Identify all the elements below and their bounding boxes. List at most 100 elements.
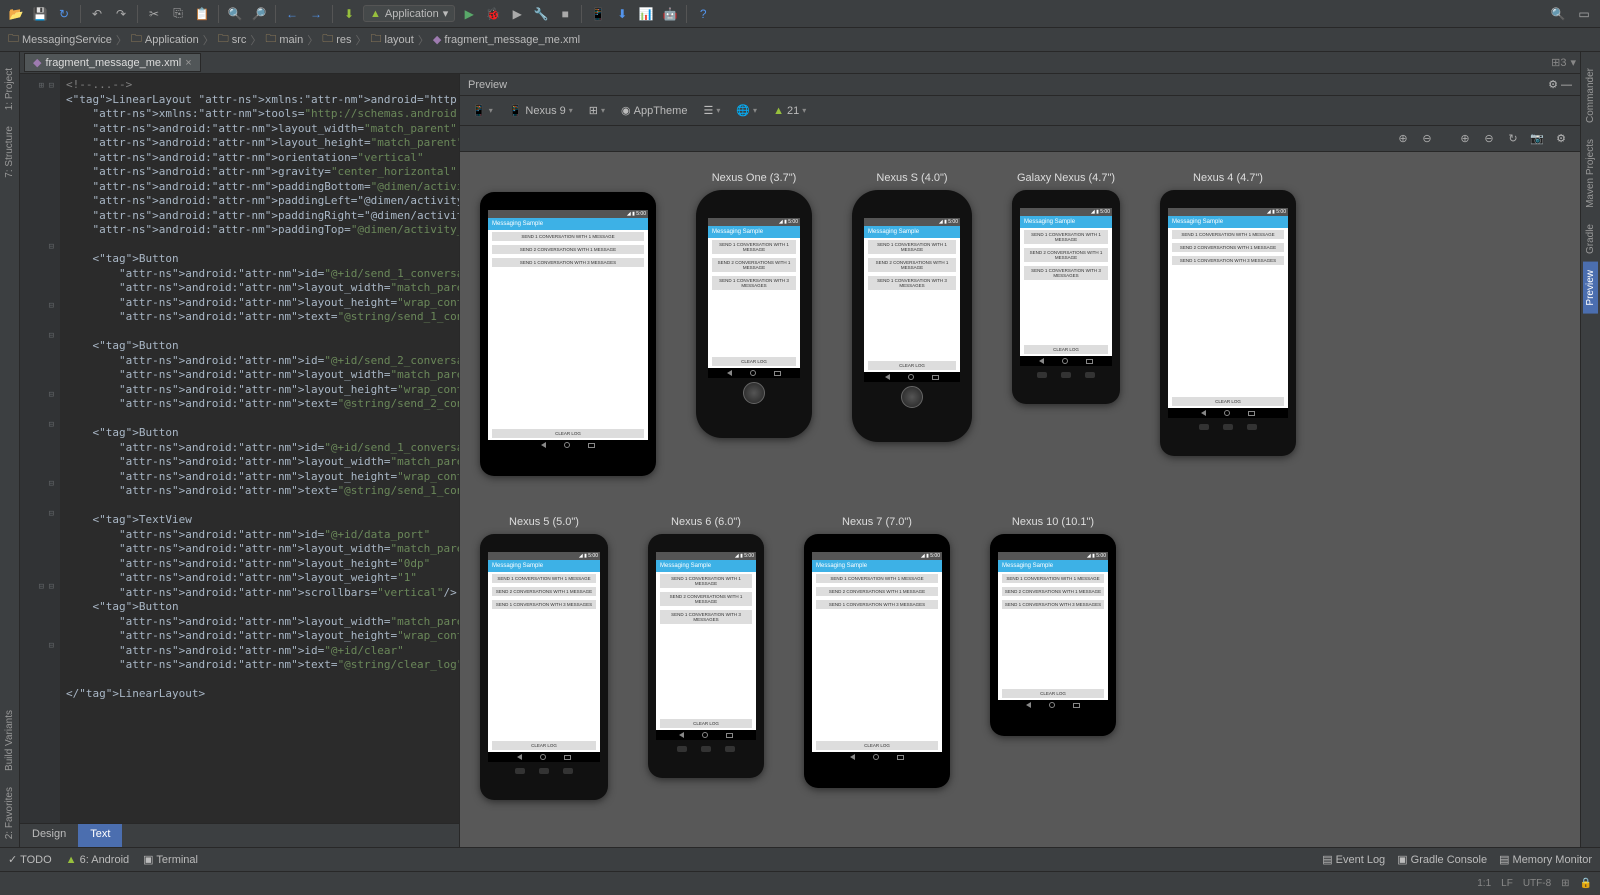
rail-structure[interactable]: 7: Structure bbox=[2, 118, 17, 186]
bc-2[interactable]: 🗀src bbox=[218, 30, 247, 49]
context-icon[interactable]: ⊞ bbox=[1561, 878, 1569, 889]
back-icon[interactable]: ← bbox=[282, 4, 302, 24]
activity-icon[interactable]: ☰▾ bbox=[699, 102, 724, 119]
device-preview[interactable]: Nexus 5 (5.0") ◢ ▮ 5:00 Messaging Sample… bbox=[480, 516, 608, 800]
folder-icon: 🗀 bbox=[322, 30, 333, 49]
help-icon[interactable]: ? bbox=[693, 4, 713, 24]
rail-commander[interactable]: Commander bbox=[1583, 60, 1598, 131]
paste-icon[interactable]: 📋 bbox=[192, 4, 212, 24]
folder-icon: 🗀 bbox=[8, 30, 19, 49]
run-config-label: Application bbox=[385, 8, 439, 20]
device-preview[interactable]: Nexus One (3.7") ◢ ▮ 5:00 Messaging Samp… bbox=[696, 172, 812, 438]
device-selector[interactable]: 📱Nexus 9▾ bbox=[505, 102, 577, 119]
undo-icon[interactable]: ↶ bbox=[87, 4, 107, 24]
run-icon[interactable]: ▶ bbox=[459, 4, 479, 24]
open-icon[interactable]: 📂 bbox=[6, 4, 26, 24]
rail-build-variants[interactable]: Build Variants bbox=[2, 702, 17, 779]
bc-4[interactable]: 🗀res bbox=[322, 30, 351, 49]
folder-icon: 🗀 bbox=[131, 30, 142, 49]
xml-editor: ⊞⊟ ⊟ ⊟ ⊟ ⊟ ⊟ ⊟ ⊟ ⊟⊟ ⊟ <!--...--> <"tag">… bbox=[20, 74, 460, 847]
bc-0[interactable]: 🗀MessagingService bbox=[8, 30, 112, 49]
save-icon[interactable]: 💾 bbox=[30, 4, 50, 24]
xml-file-icon: ◆ bbox=[33, 56, 41, 69]
device-label: Nexus One (3.7") bbox=[712, 172, 797, 184]
rail-maven[interactable]: Maven Projects bbox=[1583, 131, 1598, 216]
stop-icon[interactable]: ■ bbox=[555, 4, 575, 24]
search-everywhere-icon[interactable]: 🔍 bbox=[1548, 4, 1568, 24]
line-separator[interactable]: LF bbox=[1501, 878, 1513, 889]
bc-5[interactable]: 🗀layout bbox=[371, 30, 414, 49]
device-preview[interactable]: ◢ ▮ 5:00 Messaging Sample SEND 1 CONVERS… bbox=[480, 172, 656, 476]
tab-label: fragment_message_me.xml bbox=[45, 57, 181, 69]
forward-icon[interactable]: → bbox=[306, 4, 326, 24]
design-tab[interactable]: Design bbox=[20, 824, 78, 847]
device-preview[interactable]: Galaxy Nexus (4.7") ◢ ▮ 5:00 Messaging S… bbox=[1012, 172, 1120, 404]
todo-tab[interactable]: ✓ TODO bbox=[8, 853, 52, 866]
attach-debugger-icon[interactable]: 🔧 bbox=[531, 4, 551, 24]
device-preview[interactable]: Nexus S (4.0") ◢ ▮ 5:00 Messaging Sample… bbox=[852, 172, 972, 442]
rail-preview[interactable]: Preview bbox=[1583, 262, 1598, 314]
zoom-fit-icon[interactable]: ⊕ bbox=[1456, 130, 1474, 148]
make-icon[interactable]: ⬇ bbox=[339, 4, 359, 24]
run-config-selector[interactable]: ▲ Application ▾ bbox=[363, 5, 455, 22]
device-label: Nexus 6 (6.0") bbox=[671, 516, 741, 528]
debug-icon[interactable]: 🐞 bbox=[483, 4, 503, 24]
android-robot-icon[interactable]: 🤖 bbox=[660, 4, 680, 24]
cursor-position[interactable]: 1:1 bbox=[1477, 878, 1491, 889]
theme-selector[interactable]: ◉AppTheme bbox=[617, 102, 691, 119]
memory-monitor-tab[interactable]: ▤ Memory Monitor bbox=[1499, 853, 1592, 866]
config-icon[interactable]: ⊞▾ bbox=[585, 102, 609, 119]
coverage-icon[interactable]: ▶ bbox=[507, 4, 527, 24]
rail-project[interactable]: 1: Project bbox=[2, 60, 17, 118]
device-label: Galaxy Nexus (4.7") bbox=[1017, 172, 1115, 184]
zoom-in-icon[interactable]: ⊕ bbox=[1394, 130, 1412, 148]
copy-icon[interactable]: ⎘ bbox=[168, 4, 188, 24]
sync-icon[interactable]: ↻ bbox=[54, 4, 74, 24]
zoom-out-icon[interactable]: ⊖ bbox=[1418, 130, 1436, 148]
tab-menu-icon[interactable]: ▾ bbox=[1570, 56, 1576, 69]
device-preview[interactable]: Nexus 4 (4.7") ◢ ▮ 5:00 Messaging Sample… bbox=[1160, 172, 1296, 456]
zoom-actual-icon[interactable]: ⊖ bbox=[1480, 130, 1498, 148]
cut-icon[interactable]: ✂ bbox=[144, 4, 164, 24]
rail-gradle[interactable]: Gradle bbox=[1583, 216, 1598, 262]
event-log-tab[interactable]: ▤ Event Log bbox=[1322, 853, 1385, 866]
locale-icon[interactable]: 🌐▾ bbox=[732, 102, 761, 119]
code-content[interactable]: <!--...--> <"tag">LinearLayout "attr-ns"… bbox=[60, 74, 459, 823]
folder-icon: 🗀 bbox=[371, 30, 382, 49]
orientation-icon[interactable]: 📱▾ bbox=[468, 102, 497, 119]
close-tab-icon[interactable]: × bbox=[185, 57, 191, 69]
settings-icon[interactable]: ⚙ bbox=[1548, 79, 1558, 91]
window-icon[interactable]: ▭ bbox=[1574, 4, 1594, 24]
rail-favorites[interactable]: 2: Favorites bbox=[2, 779, 17, 847]
screenshot-icon[interactable]: 📷 bbox=[1528, 130, 1546, 148]
device-preview[interactable]: Nexus 6 (6.0") ◢ ▮ 5:00 Messaging Sample… bbox=[648, 516, 764, 778]
device-preview[interactable]: Nexus 10 (10.1") ◢ ▮ 5:00 Messaging Samp… bbox=[990, 516, 1116, 736]
replace-icon[interactable]: 🔎 bbox=[249, 4, 269, 24]
preview-settings-icon[interactable]: ⚙ bbox=[1552, 130, 1570, 148]
dropdown-arrow-icon: ▾ bbox=[443, 7, 449, 20]
bc-1[interactable]: 🗀Application bbox=[131, 30, 199, 49]
main-toolbar: 📂 💾 ↻ ↶ ↷ ✂ ⎘ 📋 🔍 🔎 ← → ⬇ ▲ Application … bbox=[0, 0, 1600, 28]
text-tab[interactable]: Text bbox=[78, 824, 122, 847]
find-icon[interactable]: 🔍 bbox=[225, 4, 245, 24]
android-tab[interactable]: ▲ 6: Android bbox=[66, 854, 130, 866]
avd-icon[interactable]: 📱 bbox=[588, 4, 608, 24]
ddms-icon[interactable]: 📊 bbox=[636, 4, 656, 24]
lock-icon[interactable]: 🔒 bbox=[1580, 878, 1592, 889]
api-selector[interactable]: ▲21▾ bbox=[769, 103, 810, 119]
sdk-icon[interactable]: ⬇ bbox=[612, 4, 632, 24]
bc-6[interactable]: ◆fragment_message_me.xml bbox=[433, 33, 580, 46]
refresh-icon[interactable]: ↻ bbox=[1504, 130, 1522, 148]
file-tab[interactable]: ◆ fragment_message_me.xml × bbox=[24, 53, 201, 72]
encoding[interactable]: UTF-8 bbox=[1523, 878, 1551, 889]
bc-3[interactable]: 🗀main bbox=[265, 30, 303, 49]
redo-icon[interactable]: ↷ bbox=[111, 4, 131, 24]
status-bar: ✓ TODO ▲ 6: Android ▣ Terminal ▤ Event L… bbox=[0, 847, 1600, 871]
devices-canvas[interactable]: ◢ ▮ 5:00 Messaging Sample SEND 1 CONVERS… bbox=[460, 152, 1580, 847]
minimize-icon[interactable]: — bbox=[1561, 79, 1572, 91]
device-preview[interactable]: Nexus 7 (7.0") ◢ ▮ 5:00 Messaging Sample… bbox=[804, 516, 950, 788]
terminal-tab[interactable]: ▣ Terminal bbox=[143, 853, 198, 866]
tab-counter[interactable]: ⊞3 bbox=[1551, 56, 1566, 69]
gradle-console-tab[interactable]: ▣ Gradle Console bbox=[1397, 853, 1487, 866]
device-label: Nexus S (4.0") bbox=[876, 172, 947, 184]
